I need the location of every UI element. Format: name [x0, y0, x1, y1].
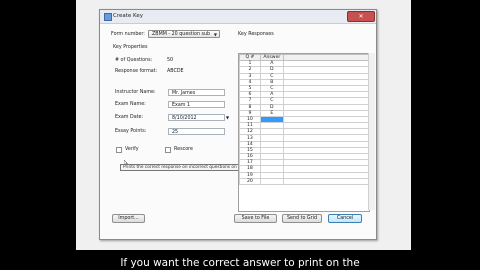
- instructor-name-field[interactable]: Mr. James: [168, 89, 225, 96]
- answer-cell[interactable]: [259, 177, 284, 185]
- response-format-value: ABCDE: [167, 69, 184, 74]
- verify-label: Verify: [125, 147, 139, 152]
- exam-name-label: Exam Name:: [115, 102, 146, 107]
- title-bar[interactable]: Create Key ✕: [100, 10, 376, 24]
- app-icon: [104, 13, 112, 21]
- essay-points-field[interactable]: 25: [168, 128, 225, 135]
- key-responses-label: Key Responses: [238, 32, 274, 37]
- chevron-down-icon[interactable]: ▼: [226, 115, 229, 120]
- answer-table-body: 1 A 2 D 3 C 4 B 5 C 6 A 7 C 8 D 9 E 10 11 12 13 14 15 16 17 18 19 20: [239, 60, 369, 185]
- exam-date-label: Exam Date:: [115, 115, 144, 120]
- answer-table: Q # Answer 1 A 2 D 3 C 4 B 5 C 6 A 7 C 8 D 9 E 10 11 12 13 14 1…: [239, 54, 369, 185]
- column-header-answer: Answer: [259, 54, 284, 62]
- cancel-button[interactable]: Cancel: [328, 214, 362, 223]
- rescore-checkbox[interactable]: [165, 147, 171, 153]
- create-key-dialog: Create Key ✕ Form number: ZBMM - 20 ques…: [99, 9, 377, 240]
- key-responses-grid[interactable]: Q # Answer 1 A 2 D 3 C 4 B 5 C 6 A 7 C 8 D 9 E 10 11 12 13 14 1…: [238, 53, 370, 212]
- grid-scrollbar[interactable]: [368, 53, 375, 210]
- import-button[interactable]: Import...: [112, 214, 145, 223]
- instructor-name-label: Instructor Name:: [115, 90, 156, 95]
- key-properties-label: Key Properties: [113, 45, 148, 50]
- window-title: Create Key: [113, 13, 143, 19]
- right-letterbox: [411, 0, 480, 250]
- verify-checkbox[interactable]: [116, 147, 122, 153]
- empty-cell: [282, 177, 369, 185]
- video-caption: If you want the correct answer to print …: [120, 257, 360, 269]
- question-number-cell: 20: [239, 177, 261, 185]
- form-number-select[interactable]: ZBMM - 20 question sub ▼: [148, 30, 220, 38]
- num-questions-label: # of Questions:: [115, 58, 153, 63]
- exam-name-field[interactable]: Exam 1: [168, 101, 225, 108]
- exam-date-field[interactable]: 8/10/2012: [168, 114, 225, 121]
- close-button[interactable]: ✕: [347, 11, 375, 22]
- left-letterbox: [0, 0, 76, 250]
- num-questions-value: 50: [167, 58, 174, 63]
- table-row[interactable]: 20: [239, 177, 369, 185]
- response-format-label: Response format:: [115, 69, 158, 74]
- form-number-label: Form number:: [111, 32, 145, 37]
- essay-points-label: Essay Points:: [115, 129, 147, 134]
- chevron-down-icon: ▼: [213, 32, 217, 37]
- form-number-value: ZBMM - 20 question sub: [152, 32, 211, 37]
- send-to-grid-button[interactable]: Send to Grid: [282, 214, 322, 223]
- save-to-file-button[interactable]: Save to File: [234, 214, 277, 223]
- rescore-label: Rescore: [174, 147, 193, 152]
